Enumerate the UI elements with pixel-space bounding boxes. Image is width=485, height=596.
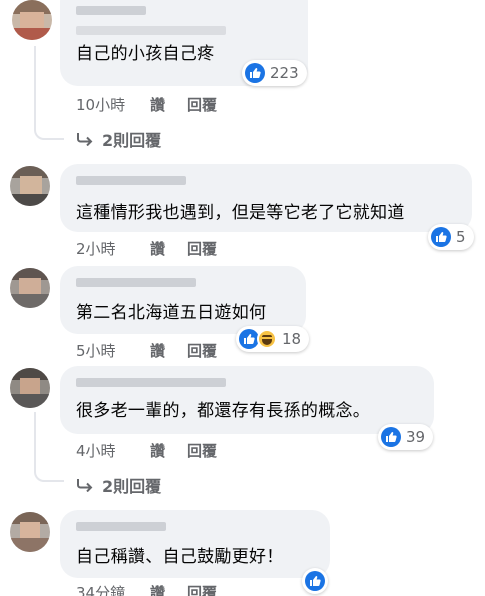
- comment-meta: 5小時 讚 回覆: [76, 340, 239, 361]
- comment-text: 第二名北海道五日遊如何: [76, 303, 267, 323]
- reply-arrow-icon: [77, 133, 93, 146]
- reaction-count: 223: [270, 64, 299, 82]
- comment-bubble: 很多老一輩的，都還存有長孫的概念。: [60, 366, 434, 434]
- reply-button[interactable]: 回覆: [187, 582, 217, 596]
- comment-bubble: 自己稱讚、自己鼓勵更好！: [60, 510, 330, 578]
- commenter-name[interactable]: [76, 378, 226, 387]
- reaction-summary[interactable]: 5: [428, 224, 474, 250]
- thumbs-up-icon: [381, 427, 401, 447]
- reaction-summary[interactable]: 223: [242, 60, 307, 86]
- timestamp[interactable]: 34分鐘: [76, 582, 150, 596]
- commenter-name[interactable]: [76, 176, 186, 185]
- like-button[interactable]: 讚: [150, 582, 165, 596]
- view-replies-link[interactable]: 2則回覆: [76, 127, 161, 151]
- timestamp[interactable]: 4小時: [76, 440, 150, 461]
- reaction-summary[interactable]: 18: [236, 326, 310, 352]
- thread-connector-hook: [34, 120, 64, 140]
- replies-count: 2則回覆: [102, 131, 162, 150]
- thread-connector: [34, 46, 36, 126]
- reply-button[interactable]: 回覆: [187, 238, 217, 259]
- like-button[interactable]: 讚: [150, 238, 165, 259]
- comment-bubble: 這種情形我也遇到，但是等它老了它就知道: [60, 164, 472, 232]
- reaction-count: 18: [282, 330, 302, 348]
- thumbs-up-icon: [245, 63, 265, 83]
- thumbs-up-icon: [431, 227, 451, 247]
- avatar[interactable]: [10, 512, 50, 552]
- commenter-name[interactable]: [76, 6, 146, 15]
- comment-bubble: 第二名北海道五日遊如何: [60, 266, 306, 334]
- thumbs-up-icon: [239, 329, 259, 349]
- commenter-name[interactable]: [76, 522, 166, 531]
- comment-meta: 10小時 讚 回覆: [76, 94, 239, 115]
- reaction-summary[interactable]: 39: [378, 424, 434, 450]
- replies-count: 2則回覆: [102, 477, 162, 496]
- timestamp[interactable]: 10小時: [76, 94, 150, 115]
- avatar[interactable]: [10, 166, 50, 206]
- avatar[interactable]: [10, 268, 50, 308]
- reply-arrow-icon: [77, 479, 93, 492]
- comment-text: 這種情形我也遇到，但是等它老了它就知道: [76, 203, 405, 223]
- comment-meta: 2小時 讚 回覆: [76, 238, 239, 259]
- like-button[interactable]: 讚: [150, 94, 165, 115]
- reply-button[interactable]: 回覆: [187, 340, 217, 361]
- timestamp[interactable]: 2小時: [76, 238, 150, 259]
- view-replies-link[interactable]: 2則回覆: [76, 473, 161, 497]
- reaction-count: 39: [406, 428, 426, 446]
- comment-text: 自己稱讚、自己鼓勵更好！: [76, 547, 284, 567]
- thumbs-up-icon: [305, 571, 325, 591]
- reaction-count: 5: [456, 228, 466, 246]
- comment-meta: 4小時 讚 回覆: [76, 440, 239, 461]
- reply-button[interactable]: 回覆: [187, 94, 217, 115]
- reply-button[interactable]: 回覆: [187, 440, 217, 461]
- avatar[interactable]: [12, 0, 52, 40]
- timestamp[interactable]: 5小時: [76, 340, 150, 361]
- like-button[interactable]: 讚: [150, 440, 165, 461]
- like-button[interactable]: 讚: [150, 340, 165, 361]
- reaction-summary[interactable]: [302, 568, 328, 594]
- commenter-name[interactable]: [76, 278, 196, 287]
- avatar[interactable]: [10, 368, 50, 408]
- thread-connector-hook: [34, 462, 64, 482]
- comment-text: 自己的小孩自己疼: [76, 44, 215, 64]
- comment-text: 很多老一輩的，都還存有長孫的概念。: [76, 401, 371, 421]
- haha-emoji-icon: [257, 329, 277, 349]
- comment-meta: 34分鐘 讚 回覆: [76, 582, 239, 596]
- commenter-subtitle: [76, 26, 226, 35]
- thread-connector: [34, 412, 36, 466]
